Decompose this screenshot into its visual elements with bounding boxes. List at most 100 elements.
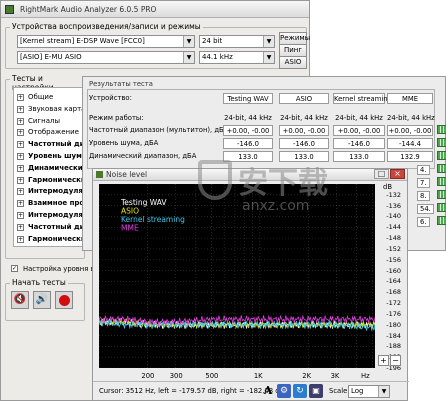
- speaker-mute-button[interactable]: 🔇: [11, 291, 29, 309]
- tree-expander[interactable]: +: [17, 188, 24, 196]
- tree-expander[interactable]: +: [17, 129, 24, 137]
- side-value: 54.: [417, 204, 434, 214]
- side-value: 8.: [417, 191, 430, 201]
- test-item[interactable]: Звуковая карта: [28, 105, 85, 113]
- chevron-down-icon[interactable]: ▼: [183, 36, 194, 47]
- y-tick-label: -156: [386, 255, 401, 264]
- results-value-cell: 133.0: [223, 151, 273, 162]
- noise-window-controls: □ ×: [374, 169, 405, 179]
- tree-expander[interactable]: +: [17, 176, 24, 184]
- y-tick-label: -172: [386, 299, 401, 308]
- maximize-icon[interactable]: □: [374, 169, 389, 179]
- y-tick-label: -168: [386, 288, 401, 297]
- results-value-cell: +0.00, -0.00: [333, 125, 385, 136]
- graph-icon[interactable]: [437, 177, 446, 186]
- speaker-icon: 🔊: [35, 294, 49, 305]
- speaker-button[interactable]: 🔊: [33, 291, 51, 309]
- record-device-value: [ASIO] E-MU ASIO: [20, 53, 82, 61]
- close-icon[interactable]: ×: [390, 169, 405, 179]
- refresh-icon[interactable]: ↻: [293, 384, 307, 398]
- tree-expander[interactable]: +: [17, 153, 24, 160]
- record-icon: [59, 295, 70, 306]
- results-row-label: Уровень шума, дБА: [89, 139, 159, 147]
- tree-expander[interactable]: +: [17, 105, 24, 113]
- sample-rate-select[interactable]: 44.1 kHz ▼: [199, 51, 275, 64]
- devices-group-label: Устройства воспроизведения/записи и режи…: [10, 22, 203, 31]
- tree-expander[interactable]: +: [17, 94, 24, 101]
- noise-graph[interactable]: Testing WAVASIOKernel streamingMME: [99, 184, 375, 368]
- tree-expander[interactable]: +: [17, 235, 24, 243]
- y-tick-label: -140: [386, 212, 401, 221]
- x-tick-label: 500: [205, 372, 219, 380]
- graph-icon[interactable]: [437, 216, 446, 225]
- results-value-cell: 132.9: [387, 151, 433, 162]
- test-item[interactable]: Частотный диа: [28, 140, 89, 148]
- noise-titlebar: Noise level: [93, 169, 407, 181]
- level-setting-checkbox[interactable]: ✓: [11, 265, 18, 272]
- results-value-cell: +0.00, -0.00: [387, 125, 433, 136]
- y-tick-label: -188: [386, 342, 401, 351]
- tree-expander[interactable]: +: [17, 223, 24, 231]
- x-tick-label: 1K: [253, 372, 263, 380]
- graph-icon[interactable]: [437, 138, 446, 147]
- test-item[interactable]: Отображение: [28, 128, 79, 136]
- results-value-cell: -144.4: [387, 138, 433, 149]
- results-header-cell: Kernel streaming: [333, 93, 392, 104]
- results-row-label: Частотный диапазон (мультитон), дБ: [89, 126, 224, 134]
- results-window-title: Результаты теста: [89, 80, 153, 88]
- chevron-down-icon[interactable]: ▼: [263, 36, 274, 47]
- graph-icon[interactable]: [437, 125, 446, 134]
- results-value-cell: 24-bit, 44 kHz: [280, 114, 328, 122]
- playback-device-select[interactable]: [Kernel stream] E-DSP Wave [FCC0] ▼: [17, 35, 195, 48]
- asio-button[interactable]: ASIO: [279, 56, 307, 69]
- start-tests-label: Начать тесты: [10, 278, 68, 287]
- tree-expander[interactable]: +: [17, 164, 24, 172]
- text-a-icon[interactable]: A: [261, 384, 275, 398]
- record-device-select[interactable]: [ASIO] E-MU ASIO ▼: [17, 51, 195, 64]
- main-window-title: RightMark Audio Analyzer 6.0.5 PRO: [20, 4, 157, 14]
- y-tick-label: -160: [386, 266, 401, 275]
- settings-icon[interactable]: ⚙: [277, 384, 291, 398]
- tree-expander[interactable]: +: [17, 141, 24, 149]
- chevron-down-icon[interactable]: ▼: [183, 52, 194, 63]
- tree-expander[interactable]: +: [17, 200, 24, 208]
- main-titlebar: RightMark Audio Analyzer 6.0.5 PRO: [1, 1, 309, 18]
- results-value-cell: -146.0: [279, 138, 329, 149]
- x-tick-label: 200: [141, 372, 155, 380]
- status-bar: Cursor: 3512 Hz, left = -179.57 dB, righ…: [93, 381, 409, 401]
- x-tick-label: 300: [169, 372, 183, 380]
- results-row-label: Динамический диапазон, дБА: [89, 152, 197, 160]
- legend-entry: MME: [121, 224, 139, 233]
- bit-depth-select[interactable]: 24 bit ▼: [199, 35, 275, 48]
- save-icon[interactable]: ▣: [309, 384, 323, 398]
- graph-icon[interactable]: [437, 190, 446, 199]
- noise-window-title: Noise level: [106, 170, 148, 179]
- cursor-status: Cursor: 3512 Hz, left = -179.57 dB, righ…: [99, 387, 285, 395]
- tree-expander[interactable]: +: [17, 117, 24, 125]
- results-row-label: Режим работы:: [89, 114, 144, 122]
- test-item[interactable]: Общие: [28, 93, 53, 101]
- test-item[interactable]: Уровень шума: [28, 152, 87, 160]
- record-start-button[interactable]: [55, 291, 73, 309]
- results-value-cell: +0.00, -0.00: [223, 125, 273, 136]
- graph-icon[interactable]: [437, 203, 446, 212]
- y-tick-label: -132: [386, 190, 401, 199]
- results-value-cell: 24-bit, 44 kHz: [387, 114, 435, 122]
- level-setting-label: Настройка уровня в: [23, 265, 95, 273]
- sample-rate-value: 44.1 kHz: [202, 53, 233, 61]
- y-tick-label: -180: [386, 320, 401, 329]
- test-item[interactable]: Сигналы: [28, 117, 60, 125]
- scale-select[interactable]: Log ▼: [348, 385, 390, 398]
- graph-icon[interactable]: [437, 151, 446, 160]
- tree-expander[interactable]: +: [17, 212, 24, 219]
- zoom-in-icon[interactable]: +: [378, 355, 389, 366]
- zoom-out-icon[interactable]: −: [390, 355, 401, 366]
- x-tick-label: 3K: [330, 372, 340, 380]
- chevron-down-icon[interactable]: ▼: [263, 52, 274, 63]
- chevron-down-icon[interactable]: ▼: [378, 386, 389, 397]
- noise-window: Noise level □ × Testing WAV ASIO Kernel st…: [92, 168, 409, 401]
- y-tick-label: -152: [386, 244, 401, 253]
- side-value: 4.: [417, 165, 430, 175]
- graph-icon[interactable]: [437, 164, 446, 173]
- y-tick-label: -184: [386, 331, 401, 340]
